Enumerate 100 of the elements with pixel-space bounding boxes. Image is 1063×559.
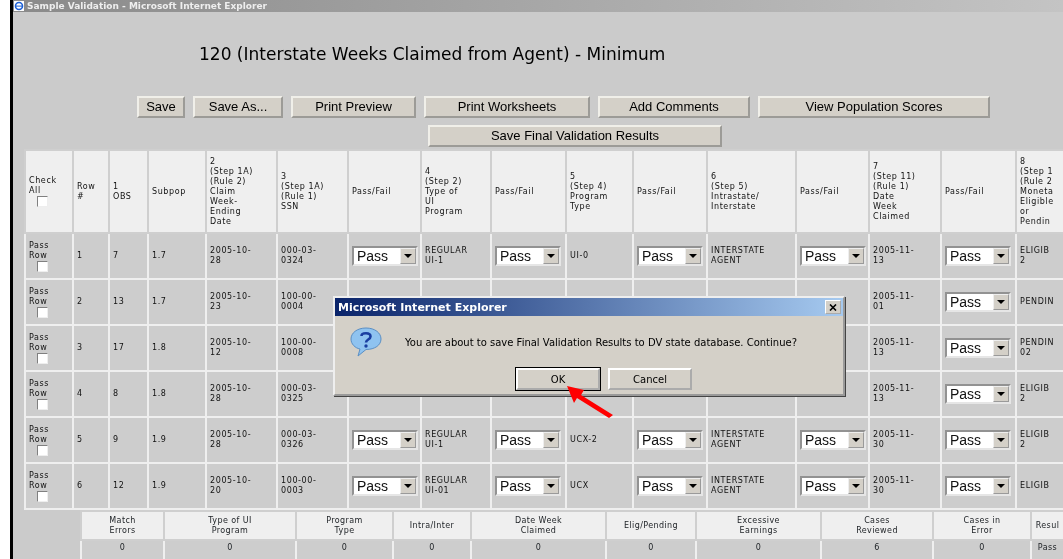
save-final-button[interactable]: Save Final Validation Results	[428, 125, 722, 147]
table-cell: 1.8	[152, 343, 167, 352]
pass-fail-dropdown[interactable]: Pass	[945, 430, 1011, 450]
table-cell: 1.7	[152, 297, 167, 306]
summary-header: Type of UI Program	[208, 515, 252, 535]
pass-fail-dropdown[interactable]: Pass	[352, 476, 418, 496]
check-all-checkbox[interactable]	[37, 196, 48, 207]
table-cell: 2005-11- 30	[873, 430, 915, 449]
table-cell: 2005-11- 01	[873, 292, 915, 311]
summary-value: 0	[341, 543, 348, 552]
table-cell: 12	[113, 481, 125, 490]
summary-value: 0	[429, 543, 435, 552]
pass-fail-dropdown[interactable]: Pass	[352, 430, 418, 450]
table-cell: PENDIN 02	[1020, 338, 1054, 357]
pass-row-checkbox[interactable]	[37, 352, 48, 364]
dialog-message: You are about to save Final Validation Results to DV state database. Continue?	[405, 336, 797, 348]
close-icon	[829, 303, 837, 311]
table-cell: 2005-10- 28	[210, 384, 252, 403]
table-cell: 2005-10- 12	[210, 338, 252, 357]
summary-value: 0	[979, 543, 985, 552]
question-icon	[349, 326, 383, 358]
pass-fail-dropdown[interactable]: Pass	[945, 292, 1011, 312]
column-header: 6 (Step 5) Intrastate/ Interstate	[711, 171, 760, 211]
pass-fail-dropdown[interactable]: Pass	[800, 430, 866, 450]
table-cell: 100-00- 0004	[281, 292, 317, 311]
table-cell: 000-03- 0325	[281, 384, 317, 403]
summary-value: 0	[755, 543, 762, 552]
pass-fail-dropdown[interactable]: Pass	[637, 246, 703, 266]
column-header: Check All	[29, 176, 57, 195]
pass-fail-dropdown[interactable]: Pass	[945, 384, 1011, 404]
table-cell: UI-0	[570, 251, 589, 260]
pass-fail-dropdown[interactable]: Pass	[800, 246, 866, 266]
summary-header: Cases in Error	[963, 515, 1001, 535]
table-cell: REGULAR UI-01	[425, 476, 468, 495]
summary-value: 6	[874, 543, 880, 552]
table-cell: ELIGIB 2	[1020, 430, 1050, 449]
row-label: Pass Row	[29, 470, 50, 490]
pass-row-checkbox[interactable]	[37, 490, 48, 502]
toolbar-button[interactable]: View Population Scores	[758, 96, 990, 118]
table-cell: 000-03- 0324	[281, 246, 317, 265]
pass-fail-dropdown[interactable]: Pass	[495, 476, 561, 496]
summary-header: Resul	[1035, 520, 1060, 530]
column-header: Pass/Fail	[352, 186, 391, 196]
column-header: 4 (Step 2) Type of UI Program	[425, 166, 463, 216]
summary-value: 0	[119, 543, 126, 552]
column-header: Pass/Fail	[495, 186, 534, 196]
column-header: Pass/Fail	[800, 186, 839, 196]
dialog-title: Microsoft Internet Explorer	[338, 300, 507, 314]
table-cell: 100-00- 0008	[281, 338, 317, 357]
dialog-button[interactable]: Cancel	[608, 368, 692, 390]
table-cell: INTERSTATE AGENT	[711, 246, 765, 265]
pass-fail-dropdown[interactable]: Pass	[945, 476, 1011, 496]
row-label: Pass Row	[29, 286, 50, 306]
pass-fail-dropdown[interactable]: Pass	[637, 476, 703, 496]
table-cell: 1	[77, 251, 83, 260]
column-header: 7 (Step 11) (Rule 1) Date Week Claimed	[873, 161, 916, 221]
table-cell: UCX	[570, 481, 589, 490]
summary-value: 0	[648, 543, 654, 552]
toolbar-button[interactable]: Print Preview	[291, 96, 416, 118]
pass-fail-dropdown[interactable]: Pass	[945, 246, 1011, 266]
toolbar-button[interactable]: Save	[137, 96, 185, 118]
table-cell: PENDIN	[1020, 297, 1054, 306]
window-title: Sample Validation - Microsoft Internet Explorer	[27, 0, 267, 12]
column-header: 8 (Step 1 (Rule 2 Moneta Eligible or Pendin	[1020, 156, 1054, 226]
close-button[interactable]	[825, 300, 841, 314]
pass-row-checkbox[interactable]	[37, 306, 48, 318]
summary-header: Date Week Claimed	[514, 515, 563, 535]
table-cell: 2005-10- 23	[210, 292, 252, 311]
toolbar-button[interactable]: Print Worksheets	[424, 96, 590, 118]
pass-row-checkbox[interactable]	[37, 444, 48, 456]
table-cell: 2005-11- 30	[873, 476, 915, 495]
row-label: Pass Row	[29, 424, 50, 444]
pass-fail-dropdown[interactable]: Pass	[637, 430, 703, 450]
table-cell: 2005-11- 13	[873, 384, 915, 403]
column-header: Pass/Fail	[637, 186, 676, 196]
table-cell: ELIGIB	[1020, 481, 1050, 490]
pass-row-checkbox[interactable]	[37, 398, 48, 410]
table-cell: 9	[113, 435, 119, 444]
table-cell: INTERSTATE AGENT	[711, 476, 765, 495]
column-header: 1 OBS	[113, 181, 132, 201]
arrow-annotation	[565, 383, 615, 419]
table-cell: REGULAR UI-1	[425, 246, 468, 265]
table-cell: INTERSTATE AGENT	[711, 430, 765, 449]
pass-fail-dropdown[interactable]: Pass	[352, 246, 418, 266]
pass-row-checkbox[interactable]	[37, 260, 48, 272]
toolbar-button[interactable]: Add Comments	[598, 96, 750, 118]
column-header: Pass/Fail	[945, 186, 984, 196]
pass-fail-dropdown[interactable]: Pass	[495, 430, 561, 450]
table-cell: 8	[113, 389, 119, 398]
pass-fail-dropdown[interactable]: Pass	[945, 338, 1011, 358]
column-header: 3 (Step 1A) (Rule 1) SSN	[281, 171, 324, 211]
table-cell: 1.9	[152, 481, 167, 490]
pass-fail-dropdown[interactable]: Pass	[495, 246, 561, 266]
pass-fail-dropdown[interactable]: Pass	[800, 476, 866, 496]
summary-header: Match Errors	[109, 515, 136, 535]
toolbar-button[interactable]: Save As...	[193, 96, 283, 118]
dialog-button[interactable]: OK	[516, 368, 600, 390]
table-cell: 13	[113, 297, 125, 306]
table-cell: ELIGIB 2	[1020, 384, 1050, 403]
table-cell: UCX-2	[570, 435, 598, 444]
